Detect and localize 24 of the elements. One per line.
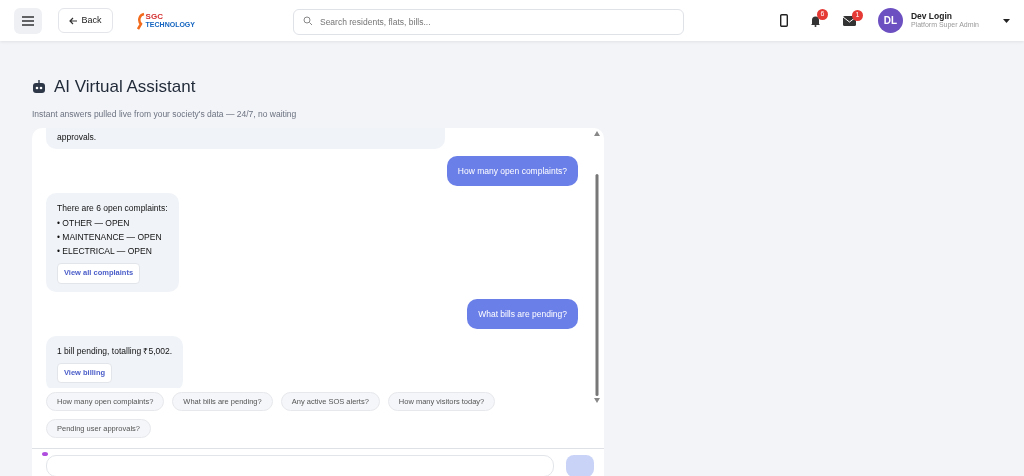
- avatar: DL: [877, 8, 903, 33]
- bell-icon[interactable]: [809, 14, 821, 27]
- message-text: • ELECTRICAL — OPEN: [57, 245, 153, 259]
- menu-icon: [21, 15, 34, 26]
- search-icon: [302, 15, 313, 26]
- phone-icon[interactable]: [779, 14, 788, 27]
- arrow-left-icon: [68, 16, 78, 25]
- sparkle-icon: [42, 452, 48, 457]
- user-message: What bills are pending?: [467, 298, 578, 330]
- search-field[interactable]: Search residents, flats, bills...: [292, 8, 684, 35]
- user-message: How many open complaints?: [446, 155, 578, 187]
- message-text: • MAINTENANCE — OPEN: [57, 231, 163, 244]
- message-text: approvals.: [57, 131, 98, 145]
- message-text: • OTHER — OPEN: [57, 216, 131, 230]
- menu-button[interactable]: [14, 7, 42, 34]
- caret-icon: [1003, 18, 1010, 23]
- user-name: Dev Login: [910, 11, 953, 22]
- back-button[interactable]: Back: [57, 8, 113, 33]
- page-subtitle: Instant answers pulled live from your society's data — 24/7, no waiting: [32, 107, 298, 121]
- page-title: AI Virtual Assistant: [54, 76, 196, 98]
- mail-icon[interactable]: [842, 15, 856, 26]
- message-text: 1 bill pending, totalling ₹5,002.: [57, 345, 173, 359]
- message-text: There are 6 open complaints:: [57, 202, 168, 216]
- robot-icon: [32, 80, 46, 94]
